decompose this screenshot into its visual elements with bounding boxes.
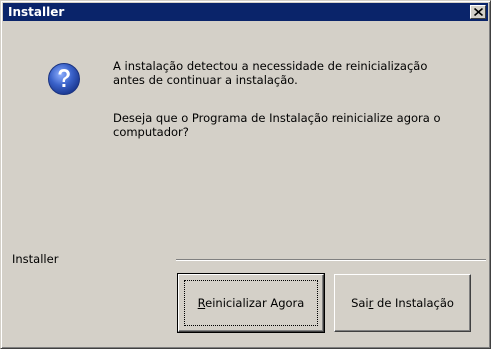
restart-now-button[interactable]: Reinicializar Agora <box>177 273 325 333</box>
group-label: Installer <box>12 252 59 266</box>
message-line: computador? <box>113 125 189 139</box>
message-line: A instalação detectou a necessidade de r… <box>113 59 428 73</box>
message-line: antes de continuar a instalação. <box>113 73 298 87</box>
exit-installation-button[interactable]: Sair de Instalação <box>334 274 471 332</box>
message-line: Deseja que o Programa de Instalação rein… <box>113 111 441 125</box>
message-paragraph-1: A instalação detectou a necessidade de r… <box>113 59 473 87</box>
question-icon <box>48 63 80 95</box>
window-title: Installer <box>8 5 65 19</box>
close-icon <box>474 8 483 16</box>
close-button[interactable] <box>470 5 486 19</box>
message-paragraph-2: Deseja que o Programa de Instalação rein… <box>113 111 473 139</box>
button-label: Sair de Instalação <box>351 296 454 310</box>
focus-rectangle <box>184 280 318 326</box>
separator-line <box>176 259 486 261</box>
installer-dialog: Installer A instalação detectou a necess… <box>0 0 491 349</box>
title-bar[interactable]: Installer <box>3 3 488 21</box>
